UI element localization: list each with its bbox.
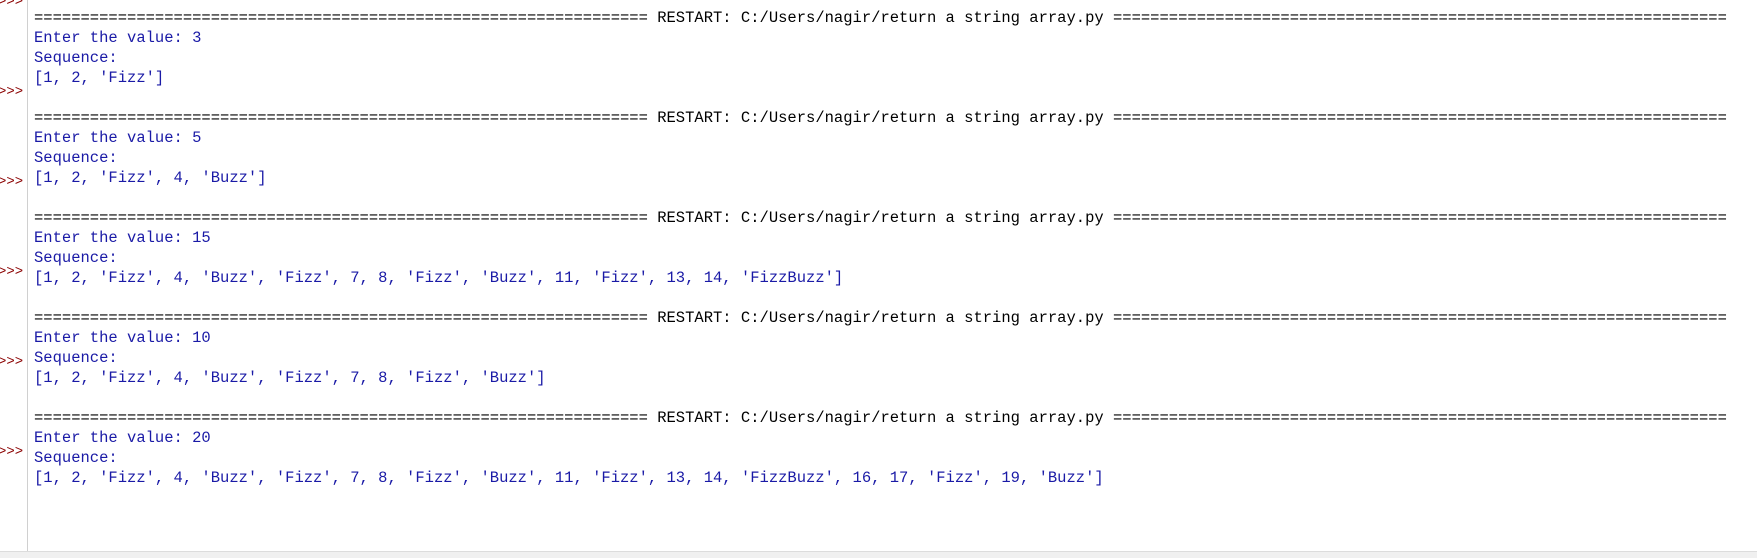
input-prompt-line: Enter the value: 3 — [34, 29, 202, 47]
restart-banner: ========================================… — [34, 409, 1727, 427]
prompt-marker: >>> — [0, 0, 24, 10]
sequence-label: Sequence: — [34, 349, 118, 367]
prompt-line — [34, 488, 1757, 508]
run-block: ========================================… — [34, 208, 1757, 308]
sequence-result: [1, 2, 'Fizz', 4, 'Buzz', 'Fizz', 7, 8, … — [34, 469, 1104, 487]
input-prompt-line: Enter the value: 15 — [34, 229, 211, 247]
input-prompt-line: Enter the value: 10 — [34, 329, 211, 347]
prompt-line — [34, 88, 1757, 108]
restart-banner: ========================================… — [34, 309, 1727, 327]
prompt-marker: >>> — [0, 174, 24, 190]
prompt-marker: >>> — [0, 264, 24, 280]
run-block: ========================================… — [34, 8, 1757, 108]
sequence-label: Sequence: — [34, 249, 118, 267]
prompt-marker: >>> — [0, 444, 24, 460]
prompt-line — [34, 388, 1757, 408]
run-block: ========================================… — [34, 308, 1757, 408]
prompt-line — [34, 188, 1757, 208]
sequence-result: [1, 2, 'Fizz'] — [34, 69, 165, 87]
prompt-marker: >>> — [0, 84, 24, 100]
idle-shell-window[interactable]: >>> >>> >>> >>> >>> >>> ================… — [0, 0, 1757, 551]
prompt-line — [34, 288, 1757, 308]
restart-banner: ========================================… — [34, 209, 1727, 227]
sequence-result: [1, 2, 'Fizz', 4, 'Buzz', 'Fizz', 7, 8, … — [34, 269, 844, 287]
sequence-result: [1, 2, 'Fizz', 4, 'Buzz', 'Fizz', 7, 8, … — [34, 369, 546, 387]
restart-banner: ========================================… — [34, 109, 1727, 127]
shell-output[interactable]: ========================================… — [34, 8, 1757, 508]
prompt-gutter: >>> >>> >>> >>> >>> >>> — [0, 0, 28, 551]
restart-banner: ========================================… — [34, 9, 1727, 27]
sequence-label: Sequence: — [34, 49, 118, 67]
sequence-label: Sequence: — [34, 449, 118, 467]
input-prompt-line: Enter the value: 5 — [34, 129, 202, 147]
sequence-label: Sequence: — [34, 149, 118, 167]
run-block: ========================================… — [34, 408, 1757, 508]
input-prompt-line: Enter the value: 20 — [34, 429, 211, 447]
run-block: ========================================… — [34, 108, 1757, 208]
prompt-marker: >>> — [0, 354, 24, 370]
sequence-result: [1, 2, 'Fizz', 4, 'Buzz'] — [34, 169, 267, 187]
